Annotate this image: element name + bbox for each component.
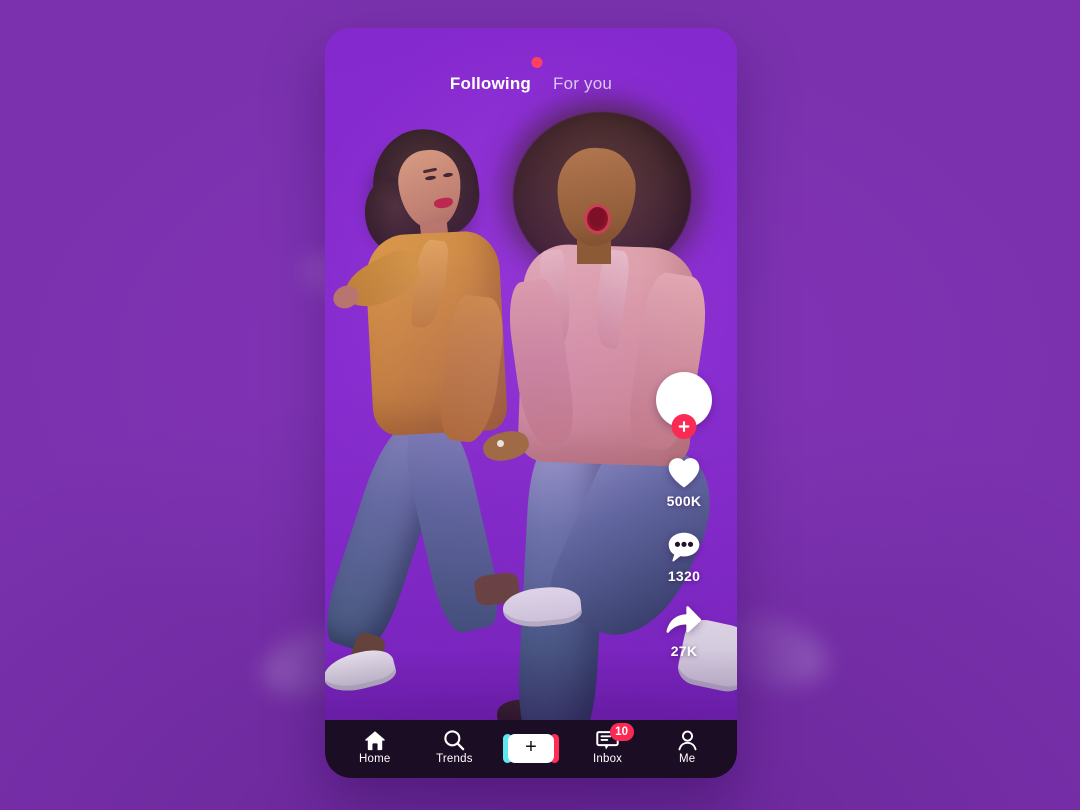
nav-item-trends[interactable]: Trends (428, 730, 480, 766)
page-background: Following For you 500K 1320 27K Home Tre… (0, 0, 1080, 810)
like-count: 500K (666, 493, 702, 509)
plus-icon: + (525, 736, 537, 758)
nav-label-trends: Trends (436, 753, 473, 766)
comment-count: 1320 (667, 568, 701, 584)
comment-button[interactable]: 1320 (665, 529, 703, 584)
tab-for-you[interactable]: For you (531, 57, 613, 94)
phone-frame: Following For you 500K 1320 27K Home Tre… (325, 28, 737, 778)
follow-button[interactable] (671, 414, 697, 439)
nav-label-me: Me (678, 753, 696, 766)
figures-held-hands (480, 427, 532, 465)
home-icon (364, 730, 386, 751)
share-count: 27K (670, 643, 698, 659)
nav-label-inbox: Inbox (593, 753, 623, 766)
nav-item-home[interactable]: Home (349, 730, 401, 766)
person-icon (677, 730, 698, 751)
comment-icon (665, 529, 703, 565)
tab-following[interactable]: Following (450, 74, 531, 94)
tab-for-you-label: For you (553, 74, 613, 93)
bottom-navigation: Home Trends + 10 Inbox Me (325, 720, 737, 778)
nav-item-inbox[interactable]: 10 Inbox (582, 723, 634, 766)
share-button[interactable]: 27K (665, 604, 703, 659)
search-icon (443, 730, 465, 751)
nav-label-home: Home (359, 753, 391, 766)
inbox-badge: 10 (609, 723, 634, 742)
plus-icon (678, 421, 690, 432)
create-video-button[interactable]: + (502, 733, 559, 763)
like-button[interactable]: 500K (665, 454, 703, 509)
heart-icon (665, 454, 703, 490)
creator-avatar[interactable] (656, 372, 712, 439)
tab-following-label: Following (449, 74, 532, 93)
action-rail: 500K 1320 27K (651, 372, 717, 659)
nav-item-me[interactable]: Me (661, 730, 713, 766)
figure-ring (497, 440, 504, 447)
share-icon (665, 604, 703, 640)
feed-tabs: Following For you (325, 57, 737, 94)
figure-a-shoe-left (325, 644, 399, 698)
new-content-dot (531, 57, 543, 68)
